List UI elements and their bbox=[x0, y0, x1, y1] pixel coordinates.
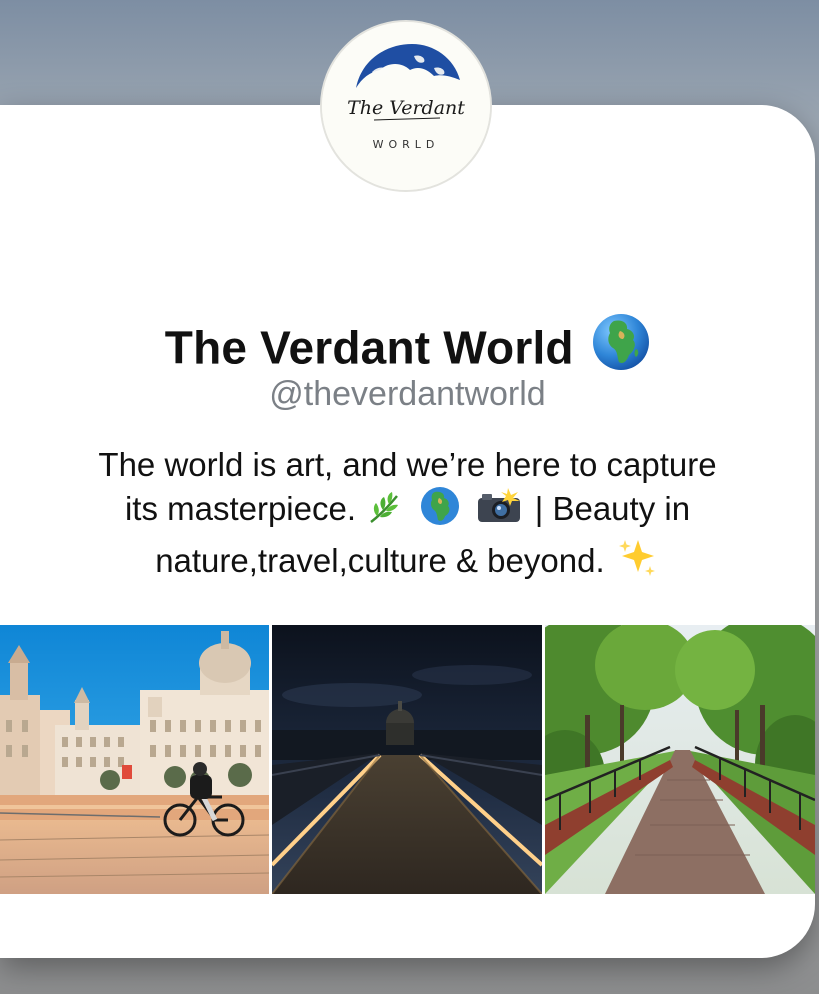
media-gallery bbox=[0, 625, 815, 894]
bio-line-2-text-a: its masterpiece. bbox=[124, 490, 357, 527]
bio-line-3-text: nature,travel,culture & beyond. bbox=[155, 542, 605, 579]
gallery-photo-park-path[interactable] bbox=[545, 625, 815, 894]
profile-handle[interactable]: @theverdantworld bbox=[0, 375, 815, 414]
avatar-logo-text: The Verdant bbox=[347, 97, 465, 119]
bio-line-2-text-b: | Beauty in bbox=[534, 490, 691, 527]
sparkles-icon bbox=[616, 536, 658, 588]
profile-name-row: The Verdant World bbox=[0, 314, 815, 376]
gallery-photo-night-bridge[interactable] bbox=[272, 625, 542, 894]
profile-bio: The world is art, and we’re here to capt… bbox=[20, 444, 795, 588]
bio-line-1: The world is art, and we’re here to capt… bbox=[98, 446, 717, 483]
gallery-photo-waterfront[interactable] bbox=[0, 625, 269, 894]
profile-avatar[interactable]: The Verdant WORLD bbox=[320, 20, 492, 192]
herb-icon bbox=[367, 490, 407, 536]
see-profile-button[interactable]: See profile bbox=[0, 950, 815, 958]
globe-icon bbox=[420, 486, 460, 536]
avatar-logo-subtext: WORLD bbox=[373, 138, 440, 151]
bio-line-2: its masterpiece. | Beauty in bbox=[20, 486, 795, 536]
profile-display-name[interactable]: The Verdant World bbox=[165, 322, 574, 374]
bio-line-3: nature,travel,culture & beyond. bbox=[20, 536, 795, 588]
camera-flash-icon bbox=[474, 486, 524, 536]
profile-hover-card: The Verdant World @theverdantworld The w… bbox=[0, 105, 815, 958]
globe-africa-icon bbox=[592, 313, 650, 376]
